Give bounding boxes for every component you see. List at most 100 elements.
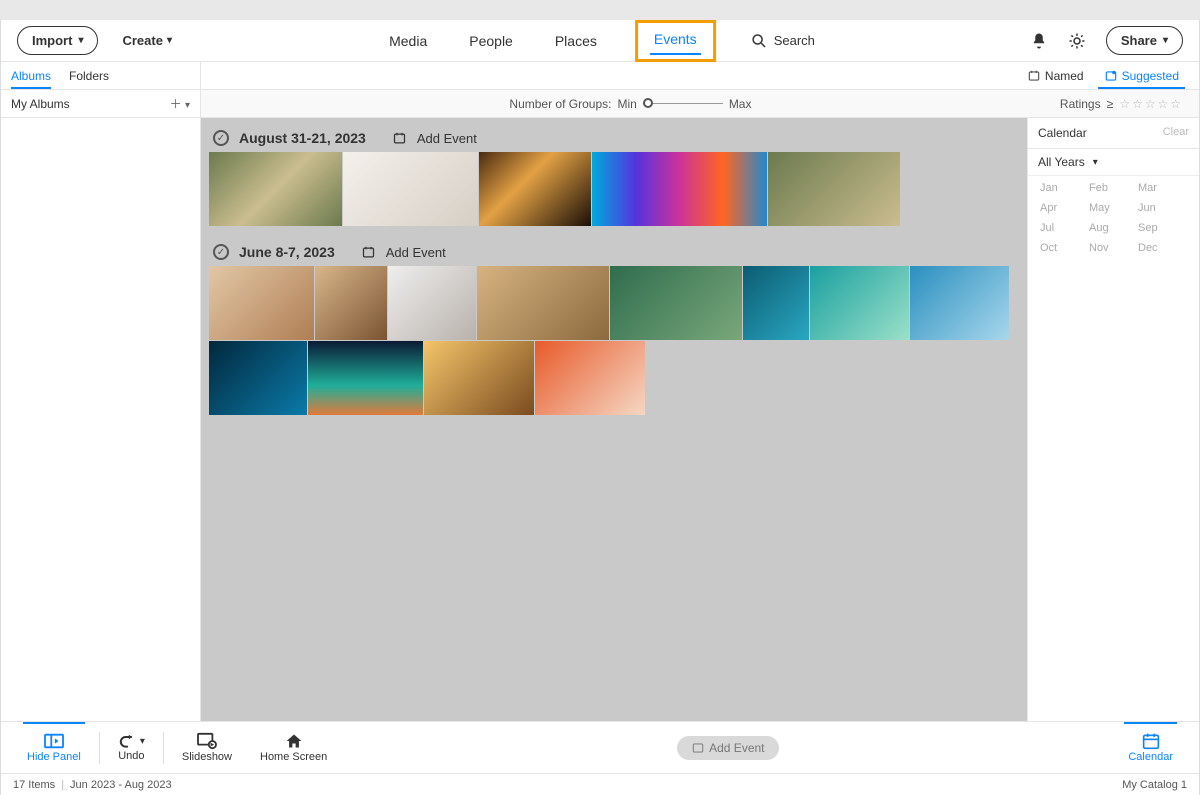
tab-folders[interactable]: Folders bbox=[69, 63, 109, 89]
nav-search[interactable]: Search bbox=[750, 32, 815, 50]
month-mar[interactable]: Mar bbox=[1138, 182, 1187, 194]
tab-named[interactable]: Named bbox=[1027, 63, 1084, 89]
bottom-toolbar: Hide Panel ▾ Undo Slideshow Home Screen bbox=[1, 721, 1199, 773]
photo-thumbnail[interactable] bbox=[535, 341, 645, 415]
month-feb[interactable]: Feb bbox=[1089, 182, 1138, 194]
add-event-link[interactable]: Add Event bbox=[386, 245, 446, 260]
group-count-slider[interactable]: Number of Groups: Min Max bbox=[509, 97, 751, 111]
left-panel-tabs: Albums Folders bbox=[1, 62, 201, 89]
slideshow-icon bbox=[196, 732, 218, 750]
calendar-add-icon bbox=[691, 741, 705, 755]
month-dec[interactable]: Dec bbox=[1138, 242, 1187, 254]
photo-thumbnail[interactable] bbox=[479, 152, 591, 226]
nav-places[interactable]: Places bbox=[551, 22, 601, 60]
events-grid: ✓August 31-21, 2023Add Event✓June 8-7, 2… bbox=[201, 118, 1027, 721]
photo-thumbnail[interactable] bbox=[388, 266, 476, 340]
min-label: Min bbox=[617, 97, 636, 111]
tab-albums[interactable]: Albums bbox=[11, 63, 51, 89]
calendar-month-grid: JanFebMar AprMayJun JulAugSep OctNovDec bbox=[1028, 176, 1199, 260]
ratings-filter[interactable]: Ratings ≥ ☆☆☆☆☆ bbox=[1060, 97, 1183, 111]
import-button[interactable]: Import ▾ bbox=[17, 26, 98, 55]
slideshow-button[interactable]: Slideshow bbox=[168, 728, 246, 767]
add-album-icon[interactable]: ＋ ▾ bbox=[170, 95, 190, 112]
nav-media[interactable]: Media bbox=[385, 22, 431, 60]
tab-suggested[interactable]: Suggested bbox=[1104, 63, 1179, 89]
slider-track[interactable] bbox=[643, 103, 723, 104]
hide-panel-button[interactable]: Hide Panel bbox=[13, 728, 95, 767]
month-oct[interactable]: Oct bbox=[1040, 242, 1089, 254]
calendar-year-select[interactable]: All Years ▾ bbox=[1028, 149, 1199, 176]
month-may[interactable]: May bbox=[1089, 202, 1138, 214]
share-button[interactable]: Share ▾ bbox=[1106, 26, 1183, 55]
home-button[interactable]: Home Screen bbox=[246, 728, 341, 767]
status-bar: 17 Items | Jun 2023 - Aug 2023 My Catalo… bbox=[1, 773, 1199, 795]
month-jan[interactable]: Jan bbox=[1040, 182, 1089, 194]
nav-events[interactable]: Events bbox=[652, 27, 699, 55]
photo-thumbnail[interactable] bbox=[315, 266, 387, 340]
photo-thumbnail[interactable] bbox=[477, 266, 609, 340]
add-event-label: Add Event bbox=[709, 741, 764, 755]
photo-thumbnail[interactable] bbox=[610, 266, 742, 340]
undo-label: Undo bbox=[118, 750, 144, 762]
my-albums-label: My Albums bbox=[11, 97, 70, 111]
calendar-clear[interactable]: Clear bbox=[1163, 126, 1189, 140]
photo-thumbnail[interactable] bbox=[209, 341, 307, 415]
month-nov[interactable]: Nov bbox=[1089, 242, 1138, 254]
calendar-toggle-button[interactable]: Calendar bbox=[1114, 728, 1187, 767]
calendar-add-icon bbox=[392, 131, 407, 146]
calendar-label: Calendar bbox=[1128, 751, 1173, 763]
my-albums-header: My Albums ＋ ▾ bbox=[1, 90, 201, 117]
hide-panel-label: Hide Panel bbox=[27, 751, 81, 763]
nav-people[interactable]: People bbox=[465, 22, 517, 60]
add-event-link[interactable]: Add Event bbox=[417, 131, 477, 146]
bell-icon[interactable] bbox=[1030, 32, 1048, 50]
undo-button[interactable]: ▾ Undo bbox=[104, 729, 159, 766]
chevron-down-icon: ▾ bbox=[167, 35, 172, 46]
create-button[interactable]: Create ▾ bbox=[122, 33, 172, 48]
named-label: Named bbox=[1045, 69, 1084, 83]
photo-thumbnail[interactable] bbox=[810, 266, 909, 340]
photo-thumbnail[interactable] bbox=[308, 341, 423, 415]
panel-icon bbox=[43, 732, 65, 750]
create-label: Create bbox=[122, 33, 162, 48]
date-range: Jun 2023 - Aug 2023 bbox=[70, 779, 172, 791]
month-jun[interactable]: Jun bbox=[1138, 202, 1187, 214]
calendar-title: Calendar bbox=[1038, 126, 1087, 140]
ratings-label: Ratings bbox=[1060, 97, 1101, 111]
chevron-down-icon: ▾ bbox=[1093, 157, 1098, 168]
albums-sidebar bbox=[1, 118, 201, 721]
photo-thumbnail[interactable] bbox=[424, 341, 534, 415]
calendar-panel: Calendar Clear All Years ▾ JanFebMar AprM… bbox=[1027, 118, 1199, 721]
photo-thumbnail[interactable] bbox=[768, 152, 900, 226]
calendar-icon bbox=[1141, 732, 1161, 750]
max-label: Max bbox=[729, 97, 752, 111]
chevron-down-icon: ▾ bbox=[1163, 35, 1168, 46]
tag-icon bbox=[1027, 69, 1041, 83]
month-aug[interactable]: Aug bbox=[1089, 222, 1138, 234]
event-date: August 31-21, 2023 bbox=[239, 130, 366, 146]
photo-thumbnail[interactable] bbox=[910, 266, 1009, 340]
select-all-icon[interactable]: ✓ bbox=[213, 130, 229, 146]
nav-events-highlight: Events bbox=[635, 20, 716, 62]
add-event-button[interactable]: Add Event bbox=[677, 736, 778, 760]
import-label: Import bbox=[32, 33, 72, 48]
month-apr[interactable]: Apr bbox=[1040, 202, 1089, 214]
photo-thumbnail[interactable] bbox=[209, 152, 342, 226]
search-icon bbox=[750, 32, 768, 50]
all-years-label: All Years bbox=[1038, 155, 1085, 169]
photo-thumbnail[interactable] bbox=[209, 266, 314, 340]
star-icons[interactable]: ☆☆☆☆☆ bbox=[1119, 97, 1183, 111]
month-jul[interactable]: Jul bbox=[1040, 222, 1089, 234]
photo-thumbnail[interactable] bbox=[592, 152, 767, 226]
select-all-icon[interactable]: ✓ bbox=[213, 244, 229, 260]
home-label: Home Screen bbox=[260, 751, 327, 763]
brightness-icon[interactable] bbox=[1068, 32, 1086, 50]
suggested-icon bbox=[1104, 69, 1118, 83]
slider-thumb[interactable] bbox=[643, 98, 653, 108]
photo-thumbnail[interactable] bbox=[343, 152, 478, 226]
undo-icon bbox=[118, 733, 138, 749]
photo-thumbnail[interactable] bbox=[743, 266, 809, 340]
top-toolbar: Import ▾ Create ▾ Media People Places Ev… bbox=[1, 20, 1199, 62]
month-sep[interactable]: Sep bbox=[1138, 222, 1187, 234]
home-icon bbox=[284, 732, 304, 750]
